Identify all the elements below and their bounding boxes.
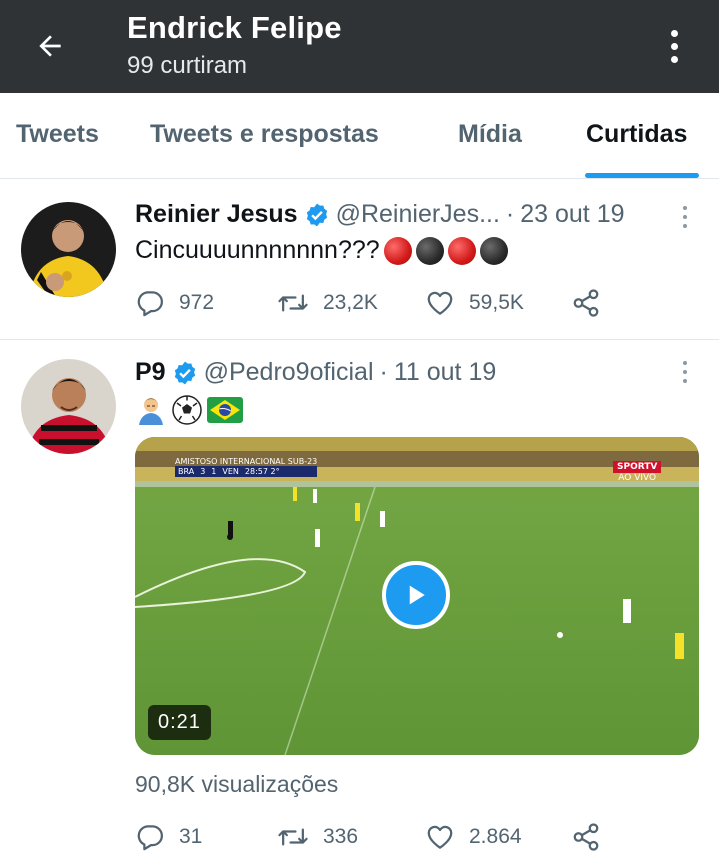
tweet-date[interactable]: 23 out 19	[520, 200, 624, 229]
reply-button[interactable]: 972	[135, 283, 214, 323]
tweet-header: P9 @Pedro9oficial · 11 out 19	[135, 358, 496, 387]
red-circle-emoji	[447, 236, 476, 265]
verified-badge-icon	[172, 360, 198, 386]
avatar[interactable]	[21, 202, 116, 297]
retweet-icon	[278, 294, 308, 312]
retweet-count: 23,2K	[323, 291, 378, 314]
back-button[interactable]	[26, 22, 74, 70]
tweet-body: Cincuuuunnnnnnn???	[135, 236, 380, 264]
tab-tweets-and-replies[interactable]: Tweets e respostas	[150, 120, 379, 149]
tweet-more-button[interactable]	[675, 202, 695, 232]
view-count: 90,8K visualizações	[135, 771, 339, 797]
tab-likes[interactable]: Curtidas	[586, 120, 687, 149]
retweet-count: 336	[323, 825, 359, 848]
channel-logo: SPORTV AO VIVO	[613, 461, 662, 483]
page-subtitle: 99 curtiram	[127, 52, 248, 79]
top-app-bar: Endrick Felipe 99 curtiram	[0, 0, 719, 93]
tweet[interactable]: P9 @Pedro9oficial · 11 out 19 AMISTOSO I…	[0, 341, 719, 857]
separator: ·	[505, 200, 515, 228]
author-name[interactable]: Reinier Jesus	[135, 200, 298, 229]
tweet-date[interactable]: 11 out 19	[394, 358, 496, 387]
more-vertical-icon	[683, 206, 687, 210]
arrow-left-icon	[39, 35, 61, 57]
tweet-actions: 31 336 2.864	[135, 817, 615, 857]
tab-media[interactable]: Mídia	[458, 120, 522, 149]
avatar[interactable]	[21, 359, 116, 454]
author-handle[interactable]: @ReinierJes...	[336, 200, 500, 229]
page-title: Endrick Felipe	[127, 10, 342, 45]
heart-icon	[427, 825, 453, 849]
reply-icon	[137, 291, 163, 317]
heart-icon	[427, 291, 453, 315]
video-player[interactable]: AMISTOSO INTERNACIONAL SUB-23 BRA 3 1 VE…	[135, 437, 699, 755]
profile-tabs: Tweets Tweets e respostas Mídia Curtidas	[0, 93, 719, 179]
play-icon	[409, 585, 425, 605]
video-duration: 0:21	[148, 705, 211, 740]
like-button[interactable]: 2.864	[425, 817, 522, 857]
reply-icon	[137, 825, 163, 851]
reply-count: 972	[179, 291, 215, 314]
author-handle[interactable]: @Pedro9oficial	[204, 358, 374, 387]
tweet-actions: 972 23,2K 59,5K	[135, 283, 615, 323]
like-button[interactable]: 59,5K	[425, 283, 524, 323]
author-name[interactable]: P9	[135, 358, 166, 387]
tweet-text	[135, 394, 243, 426]
black-circle-emoji	[479, 236, 508, 265]
reply-count: 31	[179, 825, 203, 848]
active-tab-indicator	[585, 173, 699, 178]
share-icon	[573, 823, 599, 851]
retweet-button[interactable]: 336	[277, 817, 358, 857]
tweet[interactable]: Reinier Jesus @ReinierJes... · 23 out 19…	[0, 180, 719, 340]
tweet-header: Reinier Jesus @ReinierJes... · 23 out 19	[135, 200, 625, 229]
verified-badge-icon	[304, 202, 330, 228]
separator: ·	[379, 358, 388, 386]
retweet-icon	[278, 828, 308, 846]
share-button[interactable]	[571, 283, 601, 323]
tab-tweets[interactable]: Tweets	[16, 120, 99, 149]
like-count: 59,5K	[469, 291, 524, 314]
red-circle-emoji	[383, 236, 412, 265]
share-icon	[573, 289, 599, 317]
soccer-ball-emoji	[172, 395, 202, 425]
more-options-button[interactable]	[656, 24, 692, 68]
black-circle-emoji	[415, 236, 444, 265]
tweet-text: Cincuuuunnnnnnn???	[135, 236, 508, 265]
tweet-more-button[interactable]	[675, 357, 695, 387]
man-bowing-emoji	[139, 398, 163, 425]
play-button[interactable]	[382, 561, 450, 629]
share-button[interactable]	[571, 817, 601, 857]
brazil-flag-emoji	[207, 397, 243, 423]
more-vertical-icon	[670, 29, 678, 37]
more-vertical-icon	[683, 361, 687, 365]
video-scoreboard: AMISTOSO INTERNACIONAL SUB-23 BRA 3 1 VE…	[175, 457, 318, 477]
like-count: 2.864	[469, 825, 522, 848]
retweet-button[interactable]: 23,2K	[277, 283, 378, 323]
reply-button[interactable]: 31	[135, 817, 202, 857]
